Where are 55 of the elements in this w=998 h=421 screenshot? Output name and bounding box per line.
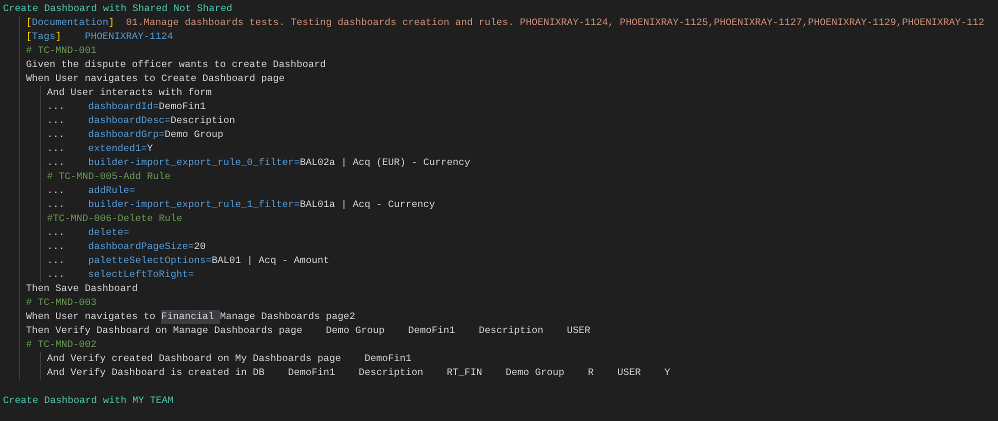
named-argument: builder-import_export_rule_0_filter=BAL02a | Acq (EUR) - Currency [88,156,470,170]
argument-value: R [588,366,594,380]
code-comment: # TC-MND-002 [26,338,97,352]
continuation-marker: ... [47,198,65,212]
argument-value: Demo Group [326,324,385,338]
keyword-step: And Verify created Dashboard on My Dashboards page [47,352,341,366]
named-argument: extended1=Y [88,142,153,156]
continuation-marker: ... [47,128,65,142]
argument-value: RT_FIN [446,366,482,380]
code-comment: # TC-MND-005-Add Rule [47,170,170,184]
test-case-name: Create Dashboard with Shared Not Shared [3,2,232,16]
continuation-marker: ... [47,268,65,282]
highlighted-word: Financial [161,310,220,324]
continuation-marker: ... [47,184,65,198]
named-argument: builder-import_export_rule_1_filter=BAL01a | Acq - Currency [88,198,436,212]
code-comment: # TC-MND-003 [26,296,97,310]
keyword-step: Then Verify Dashboard on Manage Dashboards page [26,324,302,338]
continuation-marker: ... [47,226,65,240]
keyword-step: Then Save Dashboard [26,282,138,296]
argument-value: Y [664,366,670,380]
named-argument: dashboardGrp=Demo Group [88,128,224,142]
named-argument: dashboardDesc=Description [88,114,236,128]
named-argument: dashboardId=DemoFin1 [88,100,206,114]
keyword-step: And User interacts with form [47,86,212,100]
continuation-marker: ... [47,156,65,170]
continuation-marker: ... [47,240,65,254]
argument-value: USER [617,366,641,380]
named-argument: selectLeftToRight= [88,268,194,282]
continuation-marker: ... [47,254,65,268]
argument-value: Demo Group [506,366,564,380]
documentation-text: 01.Manage dashboards tests. Testing dashboards creation and rules. PHOENIXRAY-1124, PHOENIXRAY-1125,PHOENIXRAY-1127,PHOENIXRAY-1129,PHOENIXRAY-112 [126,16,984,30]
argument-value: Description [358,366,424,380]
argument-value: DemoFin1 [288,366,336,380]
continuation-marker: ... [47,142,65,156]
setting-label: [Tags] [26,30,62,44]
argument-value: Description [478,324,544,338]
setting-label: [Documentation] [26,16,114,30]
named-argument: addRule= [88,184,136,198]
named-argument: paletteSelectOptions=BAL01 | Acq - Amount [88,254,330,268]
test-case-name: Create Dashboard with MY TEAM [3,394,174,408]
keyword-step: Given the dispute officer wants to create Dashboard [26,58,326,72]
keyword-step: Manage Dashboards page2 [220,310,356,324]
code-comment: # TC-MND-001 [26,44,97,58]
keyword-step: When User navigates to [26,310,156,324]
named-argument: dashboardPageSize=20 [88,240,206,254]
code-comment: #TC-MND-006-Delete Rule [47,212,182,226]
argument-value: DemoFin1 [408,324,456,338]
continuation-marker: ... [47,100,65,114]
named-argument: delete= [88,226,130,240]
keyword-step: And Verify Dashboard is created in DB [47,366,265,380]
argument-value: USER [566,324,590,338]
argument-value: DemoFin1 [364,352,412,366]
keyword-step: When User navigates to Create Dashboard page [26,72,285,86]
tag-value: PHOENIXRAY-1124 [84,30,173,44]
continuation-marker: ... [47,114,65,128]
